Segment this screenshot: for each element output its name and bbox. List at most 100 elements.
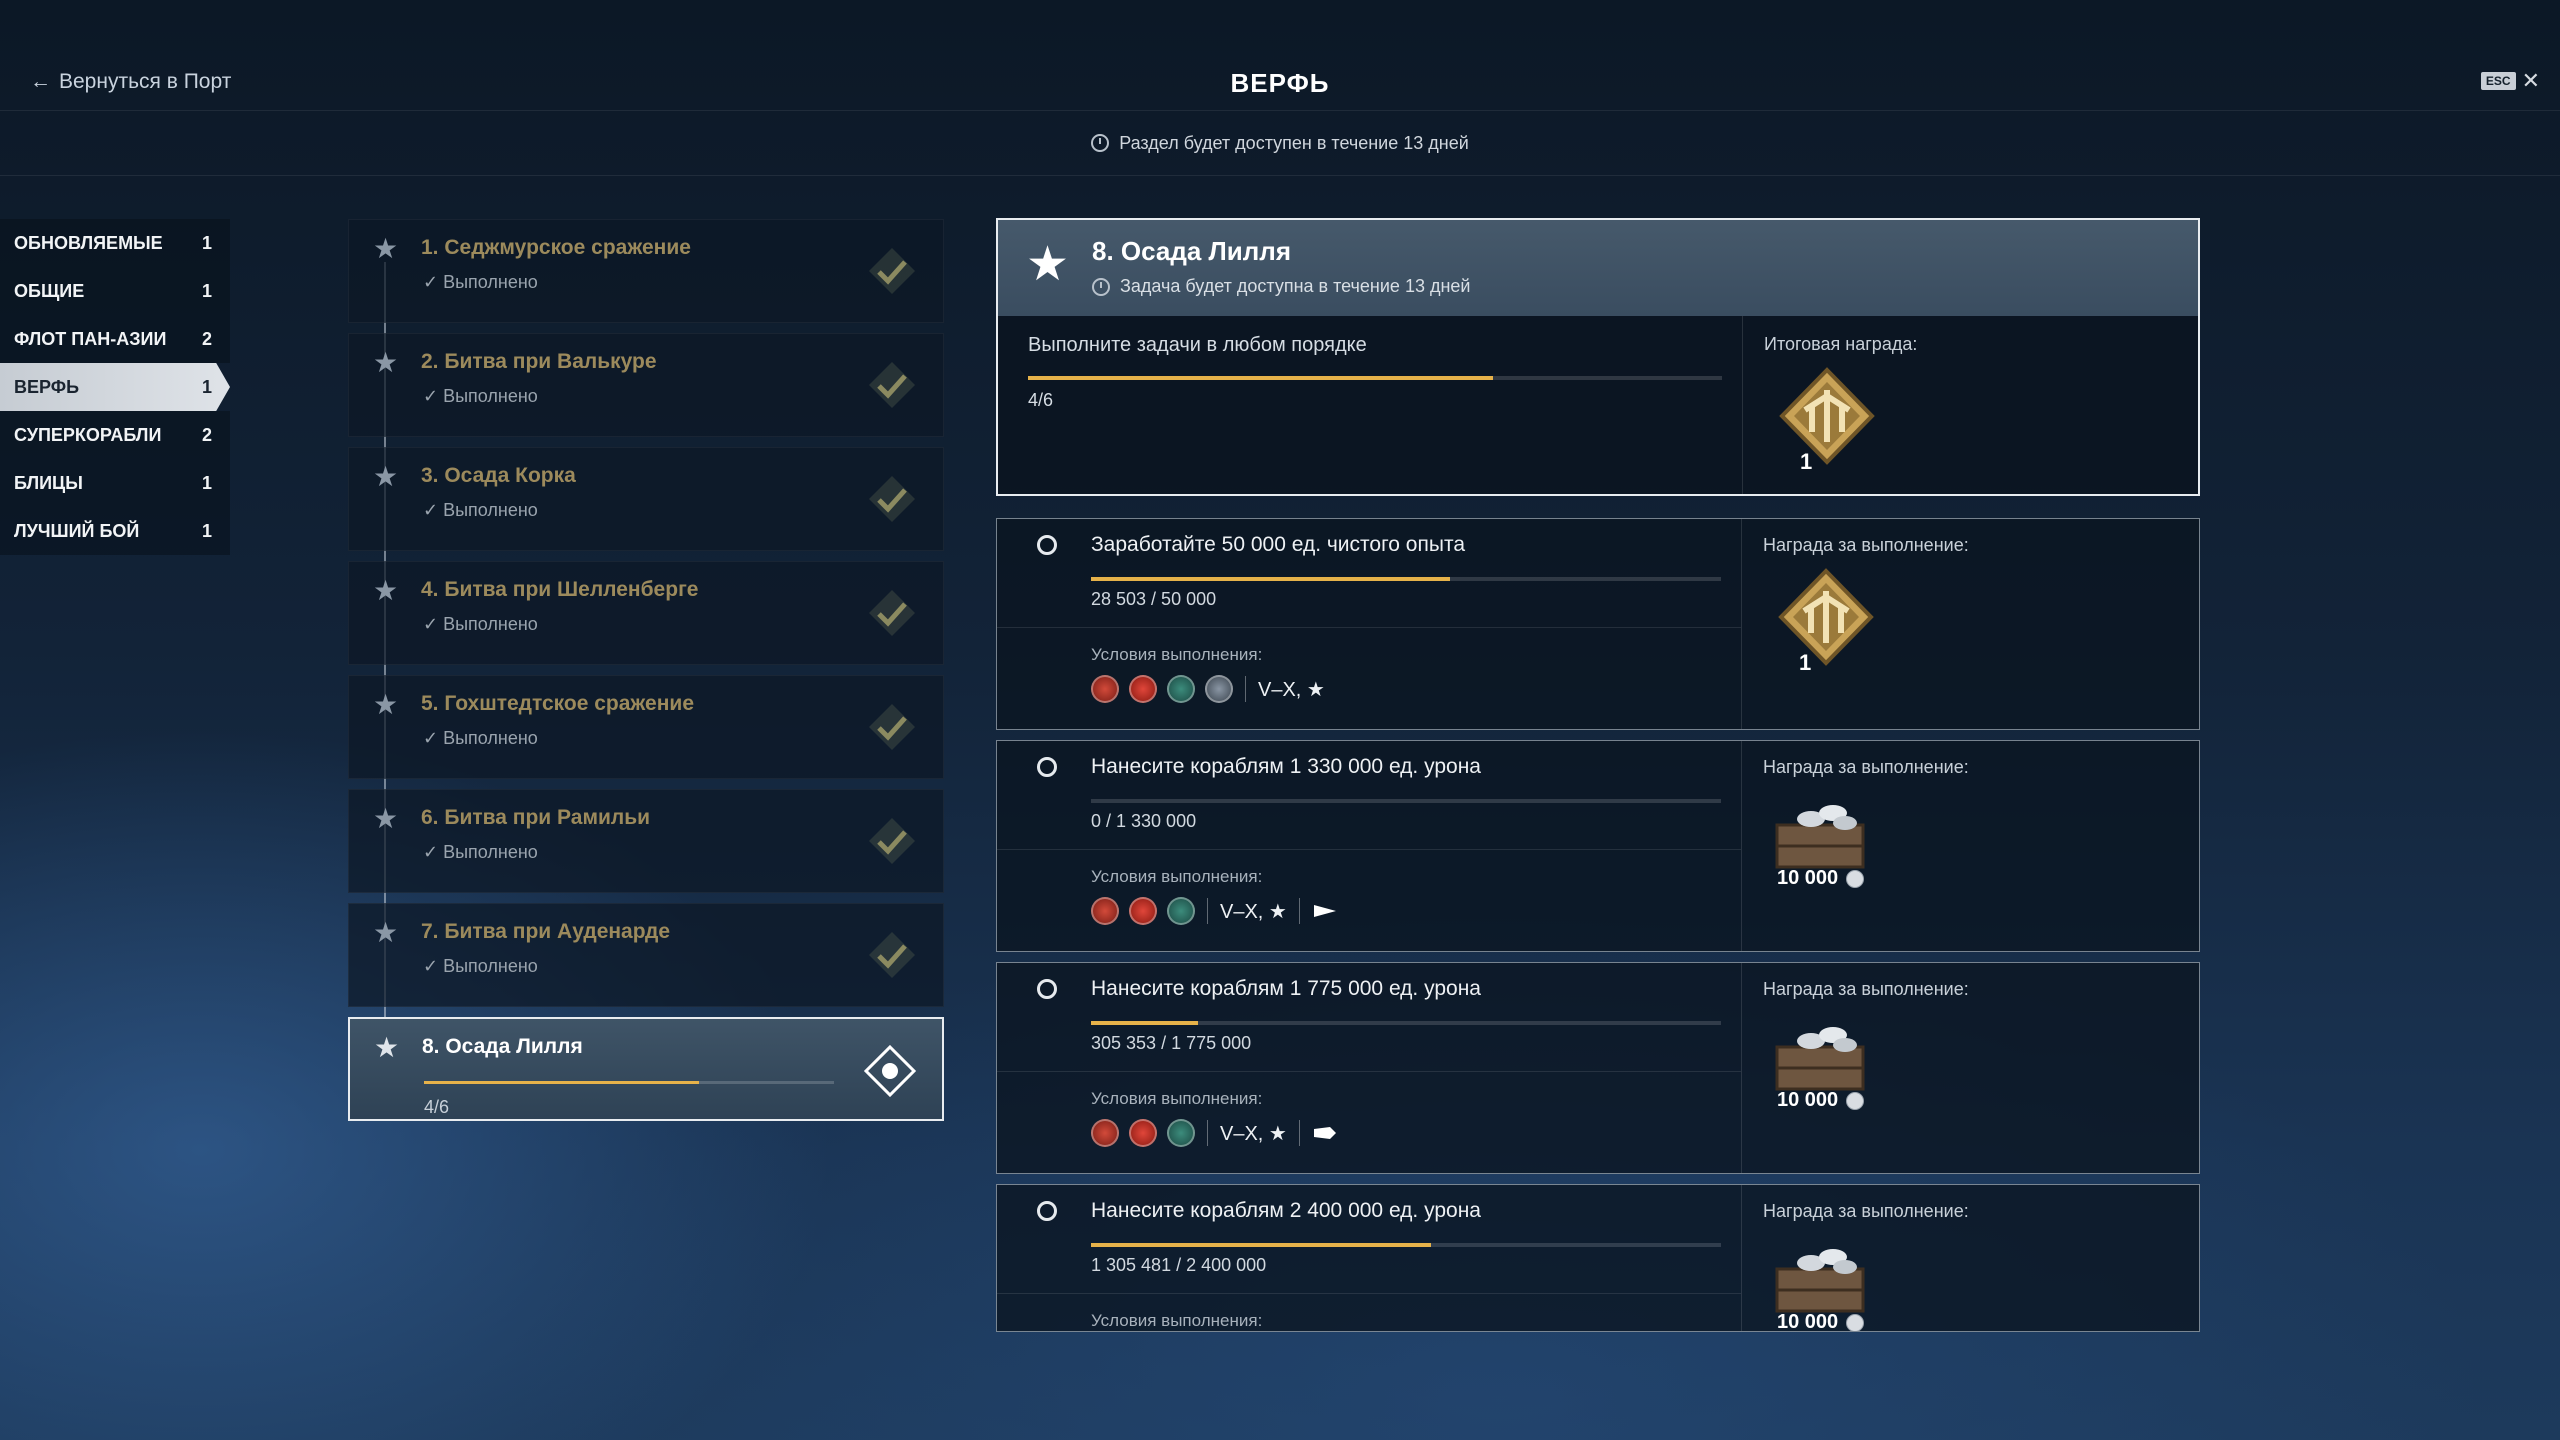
task-card: Нанесите кораблям 1 330 000 ед. урона 0 … [996, 740, 2200, 952]
task-radio[interactable] [1037, 979, 1057, 999]
stage-progress-bar [424, 1081, 834, 1084]
page-title: ВЕРФЬ [1230, 68, 1330, 98]
star-icon: ★ [373, 575, 399, 606]
task-radio[interactable] [1037, 1201, 1057, 1221]
nation-flag-icon [1167, 897, 1195, 925]
credits-crate-icon [1775, 805, 1865, 869]
stage-list: ★ 1. Седжмурское сражение ✓ Выполнено ★ … [348, 219, 944, 1131]
stage-item-active[interactable]: ★ 8. Осада Лилля 4/6 [348, 1017, 944, 1121]
tier-range: V–X, ★ [1220, 1122, 1287, 1145]
final-reward-label: Итоговая награда: [1764, 334, 1918, 354]
stage-status: ✓ Выполнено [423, 956, 538, 976]
stage-item[interactable]: ★ 2. Битва при Валькуре ✓ Выполнено [348, 333, 944, 437]
stage-name: 4. Битва при Шелленберге [421, 578, 699, 601]
reward-amount: 10 000 [1777, 1311, 1865, 1331]
availability-text: Раздел будет доступен в течение 13 дней [1119, 132, 1469, 153]
star-icon: ★ [373, 347, 399, 378]
nation-flag-icon [1129, 1119, 1157, 1147]
nation-flag-icon [1091, 1119, 1119, 1147]
task-progress-text: 0 / 1 330 000 [1091, 811, 1197, 831]
destroyer-class-icon [1313, 905, 1336, 917]
star-icon: ★ [373, 917, 399, 948]
close-icon: ✕ [2521, 68, 2540, 93]
category-item[interactable]: ФЛОТ ПАН-АЗИИ 2 [0, 315, 230, 363]
divider [1741, 963, 1742, 1173]
divider [1245, 676, 1246, 702]
active-stage-diamond-icon [864, 1045, 916, 1097]
star-icon: ★ [373, 233, 399, 264]
stage-progress-bar [1028, 376, 1722, 380]
category-item[interactable]: СУПЕРКОРАБЛИ 2 [0, 411, 230, 459]
divider [1742, 316, 1743, 494]
category-item-active[interactable]: ВЕРФЬ 1 [0, 363, 230, 411]
category-item[interactable]: БЛИЦЫ 1 [0, 459, 230, 507]
conditions-row: V–X, ★ [1091, 897, 1338, 925]
stage-status: ✓ Выполнено [423, 272, 538, 292]
credits-crate-icon [1775, 1027, 1865, 1091]
reward-count: 1 [1800, 449, 1812, 474]
task-progress-text: 305 353 / 1 775 000 [1091, 1033, 1252, 1053]
stage-item[interactable]: ★ 5. Гохштедтское сражение ✓ Выполнено [348, 675, 944, 779]
star-icon: ★ [374, 1032, 400, 1063]
tier-range: V–X, ★ [1258, 678, 1325, 701]
stage-detail-panel: ★ 8. Осада Лилля Задача будет доступна в… [996, 218, 2200, 496]
stage-name: 6. Битва при Рамильи [421, 806, 651, 829]
category-item[interactable]: ЛУЧШИЙ БОЙ 1 [0, 507, 230, 555]
task-text: Нанесите кораблям 1 775 000 ед. урона [1091, 977, 1481, 1000]
task-radio[interactable] [1037, 757, 1057, 777]
reward-count: 1 [1799, 650, 1811, 675]
category-item[interactable]: ОБЩИЕ 1 [0, 267, 230, 315]
task-progress-bar [1091, 1021, 1721, 1025]
star-icon: ★ [373, 461, 399, 492]
nation-flag-icon [1167, 1119, 1195, 1147]
stage-item[interactable]: ★ 3. Осада Корка ✓ Выполнено [348, 447, 944, 551]
stage-item[interactable]: ★ 1. Седжмурское сражение ✓ Выполнено [348, 219, 944, 323]
stage-item[interactable]: ★ 7. Битва при Ауденарде ✓ Выполнено [348, 903, 944, 1007]
order-instruction: Выполните задачи в любом порядке [1028, 334, 1367, 356]
task-reward-label: Награда за выполнение: [1763, 757, 1969, 777]
divider [997, 1293, 1741, 1294]
divider [1298, 1120, 1300, 1146]
stage-progress-text: 4/6 [1028, 390, 1054, 410]
silver-coin-icon [1846, 1091, 1865, 1110]
task-radio[interactable] [1037, 535, 1057, 555]
divider [1741, 741, 1742, 951]
task-progress-text: 1 305 481 / 2 400 000 [1091, 1255, 1267, 1275]
stage-status: ✓ Выполнено [423, 842, 538, 862]
close-button[interactable]: ESC ✕ [2480, 68, 2540, 94]
stage-name: 7. Битва при Ауденарде [421, 920, 671, 943]
clock-icon [1092, 277, 1110, 296]
stage-item[interactable]: ★ 6. Битва при Рамильи ✓ Выполнено [348, 789, 944, 893]
nation-flag-icon [1129, 897, 1157, 925]
task-card: Нанесите кораблям 1 775 000 ед. урона 30… [996, 962, 2200, 1174]
completed-check-icon [869, 818, 915, 864]
task-progress-bar [1091, 577, 1721, 581]
stage-detail-title: 8. Осада Лилля [1092, 236, 1291, 266]
stage-name: 2. Битва при Валькуре [421, 350, 657, 373]
stage-name: 1. Седжмурское сражение [421, 236, 691, 259]
silver-coin-icon [1846, 1313, 1865, 1331]
divider [1207, 1120, 1208, 1146]
star-icon: ★ [1026, 238, 1070, 291]
stage-status: ✓ Выполнено [423, 500, 538, 520]
clock-icon [1091, 134, 1110, 152]
nation-flag-icon [1205, 675, 1233, 703]
completed-check-icon [869, 590, 915, 636]
conditions-label: Условия выполнения: [1091, 1311, 1263, 1330]
stage-progress-text: 4/6 [424, 1097, 450, 1117]
divider [997, 1071, 1741, 1072]
completed-check-icon [869, 248, 915, 294]
conditions-row: V–X, ★ [1091, 1119, 1338, 1147]
tier-range: V–X, ★ [1220, 900, 1287, 923]
stage-item[interactable]: ★ 4. Битва при Шелленберге ✓ Выполнено [348, 561, 944, 665]
task-reward-label: Награда за выполнение: [1763, 1201, 1969, 1221]
category-item[interactable]: ОБНОВЛЯЕМЫЕ 1 [0, 219, 230, 267]
reward-amount: 10 000 [1777, 867, 1865, 890]
availability-bar: Раздел будет доступен в течение 13 дней [0, 111, 2560, 176]
divider [1207, 898, 1208, 924]
divider [1741, 1185, 1742, 1331]
star-icon: ★ [373, 689, 399, 720]
divider [1741, 519, 1742, 729]
conditions-label: Условия выполнения: [1091, 867, 1263, 886]
nation-flag-icon [1091, 897, 1119, 925]
